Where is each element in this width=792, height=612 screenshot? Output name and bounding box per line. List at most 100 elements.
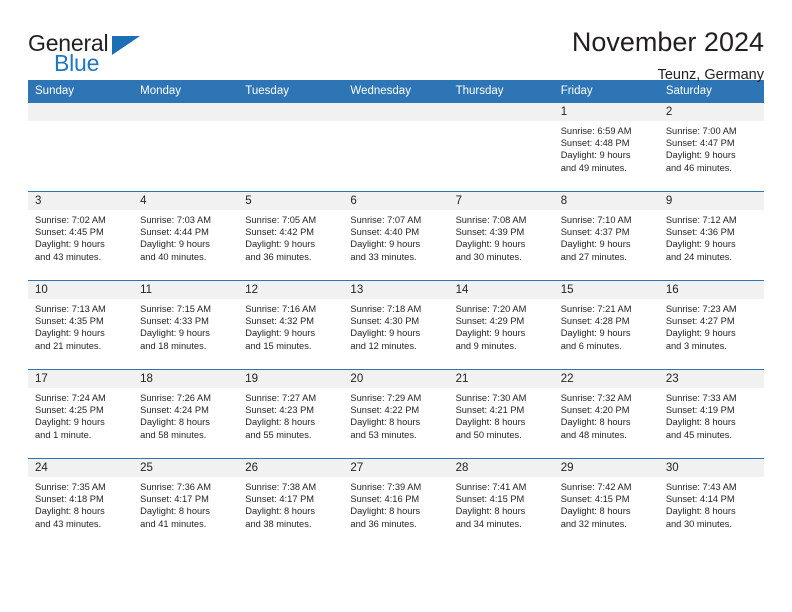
day-detail-line: Sunrise: 7:35 AM <box>35 482 106 492</box>
day-detail-text: Sunrise: 7:10 AM Sunset: 4:37 PM Daylight:… <box>554 210 659 263</box>
day-detail-line: Daylight: 9 hours <box>140 239 210 250</box>
calendar-cell-empty <box>343 102 449 192</box>
calendar-day-cell[interactable]: 2 Sunrise: 7:00 AM Sunset: 4:47 PM Daylight… <box>658 102 764 192</box>
day-detail-text: Sunrise: 7:36 AM Sunset: 4:17 PM Daylight:… <box>133 477 238 530</box>
day-detail-line: and 9 minutes. <box>455 340 517 351</box>
day-detail-text: Sunrise: 7:39 AM Sunset: 4:16 PM Daylight:… <box>343 477 448 530</box>
day-detail-line: Sunrise: 7:43 AM <box>665 482 737 492</box>
day-detail-line: Daylight: 9 hours <box>245 239 316 250</box>
day-detail-line: and 55 minutes. <box>245 429 312 440</box>
calendar-day-cell[interactable]: 8 Sunrise: 7:10 AM Sunset: 4:37 PM Daylight… <box>553 191 659 281</box>
day-detail-line: Sunset: 4:44 PM <box>140 227 209 238</box>
day-detail-line: Sunrise: 6:59 AM <box>560 126 632 136</box>
weekday-header-thursday: Thursday <box>448 80 554 103</box>
calendar-day-cell[interactable]: 4 Sunrise: 7:03 AM Sunset: 4:44 PM Daylight… <box>133 191 239 281</box>
title-block: November 2024 Teunz, Germany <box>572 27 764 82</box>
day-detail-line: Sunset: 4:16 PM <box>350 494 420 505</box>
day-detail-line: and 15 minutes. <box>245 340 312 351</box>
calendar-day-cell[interactable]: 15 Sunrise: 7:21 AM Sunset: 4:28 PM Dayligh… <box>553 280 659 370</box>
calendar-week-row: 24 Sunrise: 7:35 AM Sunset: 4:18 PM Dayligh… <box>28 458 764 548</box>
calendar-day-cell[interactable]: 25 Sunrise: 7:36 AM Sunset: 4:17 PM Dayligh… <box>133 458 239 548</box>
calendar-day-cell[interactable]: 29 Sunrise: 7:42 AM Sunset: 4:15 PM Dayligh… <box>553 458 659 548</box>
day-number: 19 <box>238 370 344 388</box>
calendar-day-cell[interactable]: 27 Sunrise: 7:39 AM Sunset: 4:16 PM Dayligh… <box>343 458 449 548</box>
calendar-day-cell[interactable]: 26 Sunrise: 7:38 AM Sunset: 4:17 PM Dayligh… <box>238 458 344 548</box>
day-detail-line: Sunrise: 7:13 AM <box>35 304 106 314</box>
day-detail-line: Daylight: 9 hours <box>35 239 105 250</box>
calendar-day-cell[interactable]: 5 Sunrise: 7:05 AM Sunset: 4:42 PM Daylight… <box>238 191 344 281</box>
day-number: 3 <box>28 192 134 210</box>
day-detail-line: Sunset: 4:25 PM <box>35 405 104 416</box>
calendar-day-cell[interactable]: 12 Sunrise: 7:16 AM Sunset: 4:32 PM Dayligh… <box>238 280 344 370</box>
calendar-day-cell[interactable]: 7 Sunrise: 7:08 AM Sunset: 4:39 PM Daylight… <box>448 191 554 281</box>
calendar-day-cell[interactable]: 19 Sunrise: 7:27 AM Sunset: 4:23 PM Dayligh… <box>238 369 344 459</box>
calendar-day-cell[interactable]: 6 Sunrise: 7:07 AM Sunset: 4:40 PM Daylight… <box>343 191 449 281</box>
day-detail-line: Daylight: 9 hours <box>665 150 736 161</box>
day-number <box>133 103 239 121</box>
calendar-day-cell[interactable]: 14 Sunrise: 7:20 AM Sunset: 4:29 PM Dayligh… <box>448 280 554 370</box>
calendar-day-cell[interactable]: 23 Sunrise: 7:33 AM Sunset: 4:19 PM Dayligh… <box>658 369 764 459</box>
day-detail-text: Sunrise: 7:15 AM Sunset: 4:33 PM Daylight:… <box>133 299 238 352</box>
calendar-day-cell[interactable]: 10 Sunrise: 7:13 AM Sunset: 4:35 PM Dayligh… <box>28 280 134 370</box>
day-number: 22 <box>553 370 659 388</box>
calendar-cell-empty <box>28 102 134 192</box>
calendar-day-cell[interactable]: 9 Sunrise: 7:12 AM Sunset: 4:36 PM Daylight… <box>658 191 764 281</box>
calendar-table: Sunday Monday Tuesday Wednesday Thursday Frid… <box>28 80 764 548</box>
calendar-day-cell[interactable]: 20 Sunrise: 7:29 AM Sunset: 4:22 PM Dayligh… <box>343 369 449 459</box>
day-detail-line: Sunset: 4:14 PM <box>665 494 735 505</box>
day-detail-text <box>449 121 554 125</box>
general-blue-logo[interactable]: General Blue <box>28 28 148 75</box>
calendar-day-cell[interactable]: 18 Sunrise: 7:26 AM Sunset: 4:24 PM Dayligh… <box>133 369 239 459</box>
calendar-day-cell[interactable]: 17 Sunrise: 7:24 AM Sunset: 4:25 PM Dayligh… <box>28 369 134 459</box>
day-detail-line: Sunset: 4:35 PM <box>35 316 104 327</box>
day-number: 12 <box>238 281 344 299</box>
calendar-cell-empty <box>448 102 554 192</box>
day-detail-line: Daylight: 8 hours <box>665 506 736 517</box>
day-detail-text: Sunrise: 7:29 AM Sunset: 4:22 PM Daylight:… <box>343 388 448 441</box>
day-detail-line: Daylight: 8 hours <box>455 417 526 428</box>
calendar-day-cell[interactable]: 22 Sunrise: 7:32 AM Sunset: 4:20 PM Dayligh… <box>553 369 659 459</box>
day-detail-line: and 53 minutes. <box>350 429 417 440</box>
day-detail-line: Sunrise: 7:29 AM <box>350 393 422 403</box>
day-detail-line: Sunset: 4:30 PM <box>350 316 420 327</box>
calendar-day-cell[interactable]: 3 Sunrise: 7:02 AM Sunset: 4:45 PM Daylight… <box>28 191 134 281</box>
day-detail-text: Sunrise: 7:12 AM Sunset: 4:36 PM Daylight:… <box>659 210 764 263</box>
calendar-day-cell[interactable]: 1 Sunrise: 6:59 AM Sunset: 4:48 PM Daylight… <box>553 102 659 192</box>
calendar-day-cell[interactable]: 21 Sunrise: 7:30 AM Sunset: 4:21 PM Dayligh… <box>448 369 554 459</box>
calendar-day-cell[interactable]: 11 Sunrise: 7:15 AM Sunset: 4:33 PM Dayligh… <box>133 280 239 370</box>
day-detail-line: and 41 minutes. <box>140 518 207 529</box>
day-detail-line: Daylight: 9 hours <box>350 328 421 339</box>
day-detail-line: and 12 minutes. <box>350 340 417 351</box>
calendar-page: General Blue November 2024 Teunz, German… <box>0 0 792 612</box>
day-detail-line: Sunrise: 7:18 AM <box>350 304 422 314</box>
weekday-header-saturday: Saturday <box>658 80 764 103</box>
day-detail-line: and 50 minutes. <box>455 429 522 440</box>
calendar-week-row: 1 Sunrise: 6:59 AM Sunset: 4:48 PM Daylight… <box>28 102 764 192</box>
calendar-day-cell[interactable]: 24 Sunrise: 7:35 AM Sunset: 4:18 PM Dayligh… <box>28 458 134 548</box>
calendar-day-cell[interactable]: 13 Sunrise: 7:18 AM Sunset: 4:30 PM Dayligh… <box>343 280 449 370</box>
day-detail-line: and 6 minutes. <box>560 340 622 351</box>
weekday-header-friday: Friday <box>553 80 659 103</box>
day-detail-line: Sunrise: 7:02 AM <box>35 215 106 225</box>
day-detail-line: Daylight: 8 hours <box>455 506 526 517</box>
calendar-day-cell[interactable]: 28 Sunrise: 7:41 AM Sunset: 4:15 PM Dayligh… <box>448 458 554 548</box>
day-number: 17 <box>28 370 134 388</box>
day-detail-line: Daylight: 8 hours <box>140 417 210 428</box>
calendar-day-cell[interactable]: 16 Sunrise: 7:23 AM Sunset: 4:27 PM Dayligh… <box>658 280 764 370</box>
day-detail-line: and 49 minutes. <box>560 162 627 173</box>
day-detail-line: Daylight: 9 hours <box>560 239 631 250</box>
day-detail-line: Daylight: 9 hours <box>665 239 736 250</box>
logo-triangle-icon <box>112 36 140 55</box>
calendar-day-cell[interactable]: 30 Sunrise: 7:43 AM Sunset: 4:14 PM Dayligh… <box>658 458 764 548</box>
calendar-week-row: 10 Sunrise: 7:13 AM Sunset: 4:35 PM Dayligh… <box>28 280 764 370</box>
day-detail-text: Sunrise: 7:41 AM Sunset: 4:15 PM Daylight:… <box>449 477 554 530</box>
day-detail-line: and 48 minutes. <box>560 429 627 440</box>
day-detail-line: Daylight: 9 hours <box>560 150 631 161</box>
day-detail-line: Sunrise: 7:39 AM <box>350 482 422 492</box>
day-detail-line: Daylight: 9 hours <box>245 328 316 339</box>
day-detail-line: Sunset: 4:22 PM <box>350 405 420 416</box>
weekday-header-tuesday: Tuesday <box>238 80 344 103</box>
day-detail-line: and 36 minutes. <box>245 251 312 262</box>
day-detail-line: Sunrise: 7:10 AM <box>560 215 632 225</box>
day-number: 28 <box>448 459 554 477</box>
